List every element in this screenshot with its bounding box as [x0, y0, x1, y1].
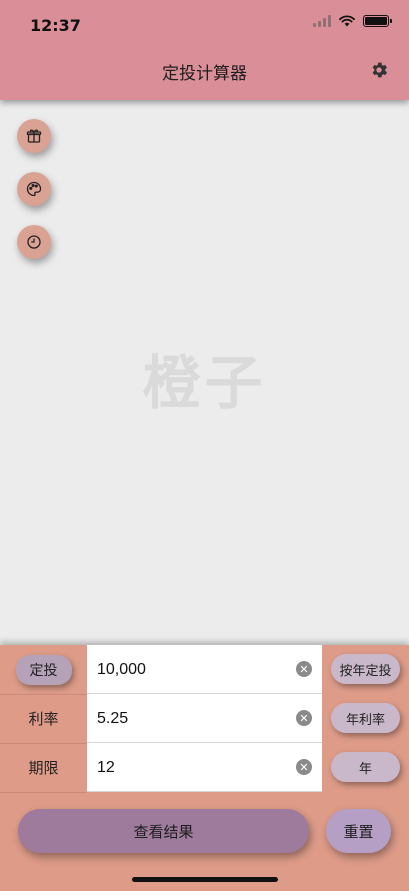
term-unit-button[interactable]: 年	[331, 752, 400, 782]
calculator-panel: 定投 ✕ 按年定投 利率 ✕ 年利率 期限 ✕ 年 查看结果 重置	[0, 645, 409, 891]
history-button[interactable]	[17, 225, 51, 259]
gift-button[interactable]	[17, 119, 51, 153]
watermark-text: 橙子	[142, 349, 267, 417]
cellular-signal-icon	[313, 15, 331, 27]
status-time: 12:37	[30, 16, 81, 35]
reset-button[interactable]: 重置	[326, 809, 391, 853]
page-title: 定投计算器	[162, 64, 247, 84]
view-result-button[interactable]: 查看结果	[18, 809, 309, 853]
clear-icon[interactable]: ✕	[296, 661, 312, 677]
app-header: 12:37 定投计算器	[0, 0, 409, 100]
clear-icon[interactable]: ✕	[296, 710, 312, 726]
rate-type-button[interactable]: 年利率	[331, 703, 400, 733]
battery-icon	[363, 15, 392, 27]
status-icons	[313, 15, 392, 27]
palette-button[interactable]	[17, 172, 51, 206]
amount-input[interactable]	[87, 645, 277, 694]
wifi-icon	[339, 15, 355, 27]
term-input[interactable]	[87, 743, 277, 792]
home-indicator	[132, 877, 278, 882]
form-row-term: 期限 ✕ 年	[0, 743, 409, 792]
gift-icon	[26, 129, 42, 143]
divider	[0, 792, 87, 793]
gear-icon[interactable]	[369, 60, 389, 80]
amount-label-button[interactable]: 定投	[15, 654, 72, 685]
term-label: 期限	[28, 759, 59, 777]
palette-icon	[26, 181, 42, 197]
form-row-amount: 定投 ✕ 按年定投	[0, 645, 409, 694]
form-row-rate: 利率 ✕ 年利率	[0, 694, 409, 743]
rate-input[interactable]	[87, 694, 277, 743]
frequency-button[interactable]: 按年定投	[331, 654, 400, 684]
clock-icon	[27, 235, 41, 249]
rate-label: 利率	[28, 710, 59, 728]
clear-icon[interactable]: ✕	[296, 759, 312, 775]
